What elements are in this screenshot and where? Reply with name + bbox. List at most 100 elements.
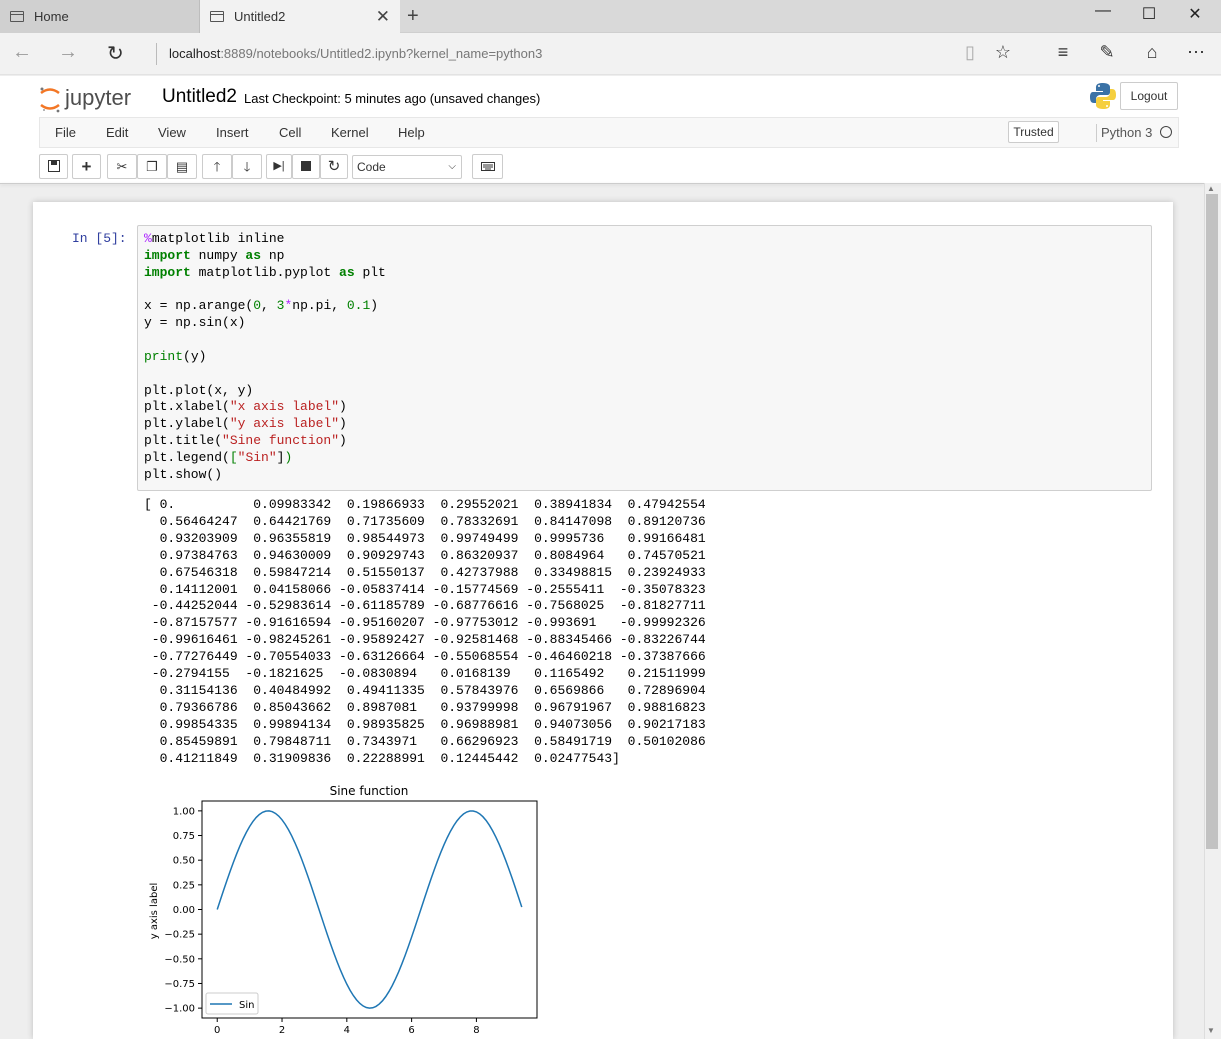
copy-icon: ❐ (146, 159, 158, 174)
cell-output-text: [ 0. 0.09983342 0.19866933 0.29552021 0.… (144, 497, 706, 768)
save-button[interactable] (39, 154, 68, 179)
menu-insert[interactable]: Insert (216, 125, 249, 140)
web-note-icon[interactable]: ✎ (1094, 42, 1120, 63)
keyboard-icon (480, 162, 495, 171)
input-prompt: In [5]: (72, 231, 127, 246)
address-bar: ← → ↻ localhost:8889/notebooks/Untitled2… (0, 33, 1221, 75)
close-window-button[interactable]: ✕ (1175, 4, 1215, 24)
kernel-idle-indicator-icon (1160, 126, 1172, 138)
chart-title: Sine function (330, 784, 409, 798)
output-line: 0.14112001 0.04158066 -0.05837414 -0.157… (144, 581, 706, 597)
chevron-down-icon: ⌵ (448, 161, 456, 172)
share-icon[interactable]: ⌂ (1139, 42, 1165, 63)
url-path: :8889/notebooks/Untitled2.ipynb?kernel_n… (220, 46, 543, 61)
checkpoint-status: Last Checkpoint: 5 minutes ago (unsaved … (244, 91, 541, 106)
stop-icon (301, 161, 311, 171)
y-tick-label: 1.00 (173, 806, 195, 817)
jupyter-logo[interactable]: jupyter (38, 84, 148, 114)
cell-type-value: Code (357, 160, 386, 174)
python-logo-icon (1090, 83, 1116, 109)
output-line: -0.99616461 -0.98245261 -0.95892427 -0.9… (144, 632, 706, 648)
trusted-badge[interactable]: Trusted (1008, 121, 1059, 143)
scissors-icon: ✂ (116, 159, 128, 174)
legend-label-sin: Sin (239, 1000, 254, 1011)
menu-file[interactable]: File (55, 125, 76, 140)
output-line: 0.93203909 0.96355819 0.98544973 0.99749… (144, 530, 706, 546)
refresh-icon[interactable]: ↻ (107, 41, 124, 66)
step-forward-icon: ▶| (273, 160, 285, 172)
output-line: -0.77276449 -0.70554033 -0.63126664 -0.5… (144, 649, 706, 665)
x-tick-label: 2 (279, 1025, 285, 1036)
notebook-name[interactable]: Untitled2 (162, 86, 237, 108)
menu-view[interactable]: View (158, 125, 186, 140)
menu-cell[interactable]: Cell (279, 125, 301, 140)
scroll-down-arrow-icon[interactable]: ▼ (1207, 1026, 1215, 1035)
maximize-button[interactable]: ☐ (1129, 4, 1169, 24)
insert-cell-button[interactable]: + (72, 154, 101, 179)
output-line: 0.41211849 0.31909836 0.22288991 0.12445… (144, 750, 620, 766)
y-tick-label: 0.00 (173, 905, 195, 916)
output-line: 0.79366786 0.85043662 0.8987081 0.937999… (144, 699, 706, 715)
scroll-up-arrow-icon[interactable]: ▲ (1207, 184, 1215, 193)
output-line: 0.97384763 0.94630009 0.90929743 0.86320… (144, 547, 706, 563)
paste-icon: ▤ (175, 159, 189, 174)
y-tick-label: −0.75 (164, 979, 195, 990)
browser-tab-bar: Home Untitled2 ✕ + — ☐ ✕ (0, 0, 1221, 33)
move-down-button[interactable]: 🡓 (232, 154, 262, 179)
logout-button[interactable]: Logout (1120, 82, 1178, 110)
reading-view-icon[interactable]: ▯ (957, 42, 983, 63)
favorite-star-icon[interactable]: ☆ (990, 42, 1016, 63)
run-button[interactable]: ▶| (266, 154, 292, 179)
command-palette-button[interactable] (472, 154, 503, 179)
y-tick-label: −0.25 (164, 930, 195, 941)
sine-chart: Sine function y axis label 1.00 0.75 0.50 0… (149, 784, 538, 1036)
move-up-button[interactable]: 🡑 (202, 154, 232, 179)
forward-arrow-icon[interactable]: → (58, 41, 78, 64)
tab-home[interactable]: Home (0, 0, 200, 33)
hub-icon[interactable]: ≡ (1050, 42, 1076, 63)
y-tick-label: 0.50 (173, 856, 195, 867)
code-content[interactable]: %matplotlib inline import numpy as np im… (144, 231, 386, 484)
x-tick-label: 4 (344, 1025, 350, 1036)
output-line: 0.56464247 0.64421769 0.71735609 0.78332… (144, 513, 706, 529)
output-line: 0.67546318 0.59847214 0.51550137 0.42737… (144, 564, 706, 580)
menu-kernel[interactable]: Kernel (331, 125, 369, 140)
y-axis-label: y axis label (149, 883, 160, 940)
arrow-down-icon: 🡓 (243, 159, 251, 174)
cell-type-select[interactable]: Code ⌵ (352, 155, 462, 179)
x-tick-label: 0 (214, 1025, 220, 1036)
scrollbar-thumb[interactable] (1206, 194, 1218, 849)
y-tick-label: 0.75 (173, 831, 195, 842)
output-line: -0.44252044 -0.52983614 -0.61185789 -0.6… (144, 598, 706, 614)
url-host: localhost (169, 46, 221, 61)
restart-button[interactable]: ↻ (320, 154, 348, 179)
output-line: 0.31154136 0.40484992 0.49411335 0.57843… (144, 682, 706, 698)
paste-button[interactable]: ▤ (167, 154, 197, 179)
close-tab-icon[interactable]: ✕ (376, 7, 390, 27)
url-field[interactable]: localhost:8889/notebooks/Untitled2.ipynb… (169, 46, 542, 61)
more-icon[interactable]: ⋯ (1183, 42, 1209, 63)
y-tick-label: 0.25 (173, 880, 195, 891)
tab-label: Untitled2 (234, 9, 286, 24)
url-separator (156, 43, 157, 65)
tab-untitled2[interactable]: Untitled2 ✕ (200, 0, 400, 33)
kernel-name: Python 3 (1101, 125, 1153, 140)
jupyter-logo-text: jupyter (64, 85, 131, 110)
menu-help[interactable]: Help (398, 125, 425, 140)
restart-icon: ↻ (327, 158, 341, 175)
minimize-button[interactable]: — (1083, 2, 1123, 20)
tab-page-icon (210, 11, 224, 22)
y-tick-label: −1.00 (164, 1004, 195, 1015)
menu-edit[interactable]: Edit (106, 125, 128, 140)
floppy-disk-icon (47, 160, 60, 172)
legend: Sin (205, 992, 259, 1015)
back-arrow-icon[interactable]: ← (12, 41, 32, 64)
output-line: -0.87157577 -0.91616594 -0.95160207 -0.9… (144, 615, 706, 631)
cut-button[interactable]: ✂ (107, 154, 137, 179)
interrupt-button[interactable] (292, 154, 320, 179)
tab-page-icon (10, 11, 24, 22)
copy-button[interactable]: ❐ (137, 154, 167, 179)
plot-frame (201, 800, 538, 1019)
new-tab-button[interactable]: + (407, 5, 419, 28)
x-tick-label: 6 (408, 1025, 414, 1036)
